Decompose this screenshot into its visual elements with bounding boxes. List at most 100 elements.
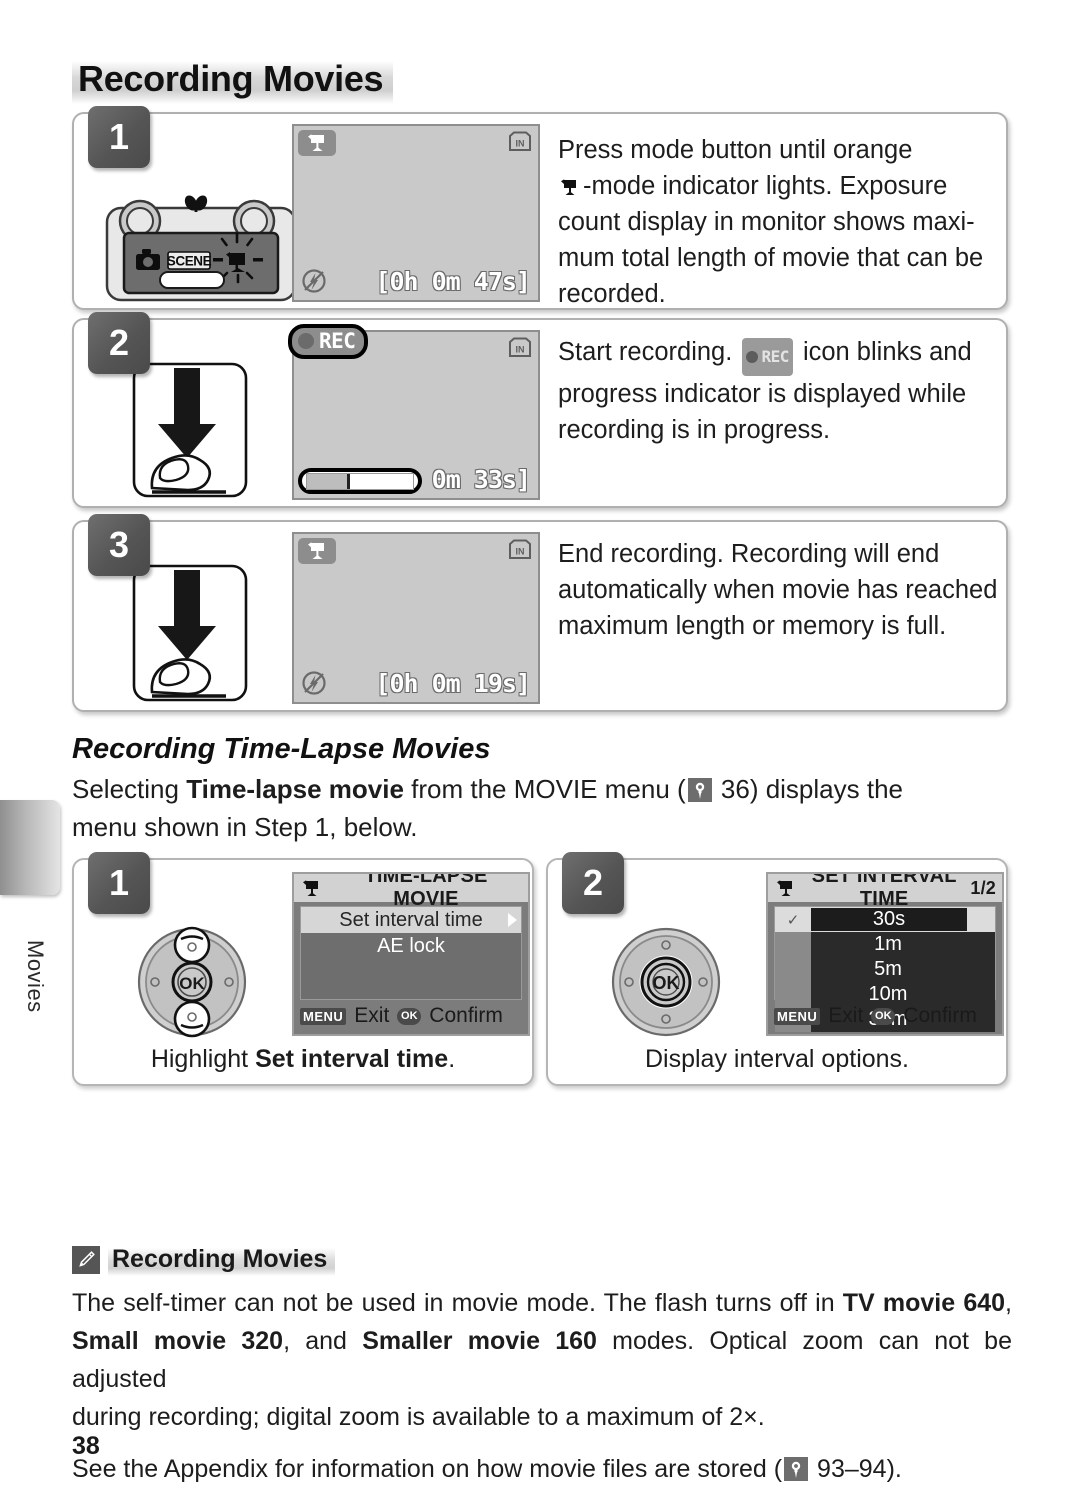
interval-option-row[interactable]: ✓ 30s [775, 907, 995, 932]
internal-memory-icon: IN [509, 337, 531, 357]
svg-text:IN: IN [516, 139, 525, 149]
rec-indicator-badge: REC [288, 324, 369, 359]
caption-end-1: . [448, 1045, 456, 1073]
rec-dot-icon-inline [746, 351, 759, 363]
step1-line2: -mode indicator lights. Exposure [583, 172, 948, 200]
ok-button-badge: OK [397, 1007, 422, 1025]
movie-mode-icon [298, 538, 336, 564]
interval-option-value: 1m [874, 933, 902, 955]
caption-plain-1: Highlight [150, 1045, 256, 1073]
flash-off-icon [302, 269, 326, 293]
timelapse-caption-2: Display interval options. [548, 1045, 1006, 1074]
note-p1-bold2: Small movie 320 [72, 1327, 284, 1355]
page-reference-icon [784, 1457, 809, 1481]
step3-line3: maximum length or memory is full. [558, 612, 947, 640]
menu-item-set-interval-time[interactable]: Set interval time [301, 907, 521, 933]
shutter-press-illustration [132, 362, 248, 498]
intro-page-ref: 36) displays the [713, 774, 903, 804]
lcd-monitor-step2: REC IN 0h 0m 33s] [288, 324, 540, 500]
dial-ok-button: OK [639, 955, 693, 1009]
step2-line2: progress indicator is displayed while [558, 380, 967, 408]
svg-text:IN: IN [516, 345, 525, 355]
step-number-1: 1 [88, 106, 150, 168]
multi-selector-dial-2[interactable]: OK [610, 926, 722, 1038]
page-title-container: Recording Movies [72, 56, 394, 104]
intro-part2: from the MOVIE menu ( [403, 774, 686, 804]
note-p2-text2: 93–94). [810, 1455, 902, 1483]
timelapse-caption-1: Highlight Set interval time. [74, 1045, 532, 1074]
step1-line1: Press mode button until orange [558, 136, 913, 164]
svg-text:SCENE: SCENE [167, 254, 212, 269]
menu-button-badge: MENU [300, 1007, 347, 1025]
recording-progress-indicator [298, 468, 422, 494]
movie-mode-icon [777, 880, 792, 896]
internal-memory-icon: IN [509, 131, 531, 151]
pencil-glyph [79, 1251, 95, 1267]
set-interval-time-screen: SET INTERVAL TIME 1/2 ✓ 30s 1m 5m 10m ME… [766, 872, 1004, 1036]
ok-button-badge: OK [871, 1007, 896, 1025]
note-p1-bold1: TV movie 640 [842, 1289, 1006, 1317]
menu-confirm-label: Confirm [429, 1004, 503, 1027]
rec-dot-icon [298, 333, 314, 349]
step-number-2: 2 [88, 312, 150, 374]
step-text-2: Start recording. REC icon blinks and pro… [558, 334, 1066, 448]
multi-selector-dial-1[interactable]: OK [136, 926, 248, 1038]
svg-text:IN: IN [516, 547, 525, 557]
exposure-count-step3: [0h 0m 19s] [375, 668, 532, 699]
movie-mode-icon [298, 130, 336, 156]
caption-plain-2: Display interval options. [644, 1045, 909, 1073]
intro-bold: Time-lapse movie [186, 774, 404, 804]
option-check-slot [775, 932, 811, 957]
intro-part1: Selecting [72, 774, 187, 804]
interval-option-row[interactable]: 5m [775, 957, 995, 982]
intro-last-line: menu shown in Step 1, below. [72, 812, 418, 842]
menu-footer: MENU Exit OK Confirm [774, 1002, 996, 1030]
page-number: 38 [72, 1432, 100, 1460]
note-p1-text1: The self-timer can not be used in movie … [72, 1289, 843, 1317]
step-panel-3: 3 IN [0h 0m 19s] End recording. Recordin… [72, 514, 1008, 712]
interval-option-row[interactable]: 1m [775, 932, 995, 957]
note-p2-text1: See the Appendix for information on how … [72, 1455, 783, 1483]
lcd-monitor-step3: IN [0h 0m 19s] [292, 532, 540, 704]
page-reference-icon [687, 778, 712, 802]
step-text-1: Press mode button until orange -mode ind… [558, 132, 1066, 312]
dial-ok-label: OK [653, 973, 680, 993]
note-heading: Recording Movies [72, 1244, 336, 1276]
dial-ok-label: OK [179, 974, 205, 993]
exposure-count-step1: [0h 0m 47s] [375, 266, 532, 297]
step-panel-1: 1 SCENE IN [0h 0m 47s] Press mode button… [72, 106, 1008, 310]
menu-item-label: AE lock [377, 934, 445, 957]
timelapse-step-number-1: 1 [88, 852, 150, 914]
movie-camera-glyph [308, 542, 324, 559]
note-p1-bold3: Smaller movie 160 [362, 1327, 597, 1355]
menu-title-bar: SET INTERVAL TIME 1/2 [768, 874, 1002, 910]
flash-off-icon [302, 671, 326, 695]
dial-down-button [173, 1000, 211, 1038]
note-p1-text3: , and [283, 1327, 363, 1355]
menu-title-bar: TIME-LAPSE MOVIE [294, 874, 528, 910]
timelapse-step-number-2: 2 [562, 852, 624, 914]
dial-up-button [173, 926, 211, 964]
step2-line3: recording is in progress. [558, 416, 831, 444]
timelapse-movie-menu-screen: TIME-LAPSE MOVIE Set interval time AE lo… [292, 872, 530, 1036]
note-title: Recording Movies [108, 1244, 336, 1276]
menu-page-indicator: 1/2 [970, 877, 996, 898]
menu-exit-label: Exit [828, 1004, 864, 1027]
camera-mode-button-diagram: SCENE [105, 195, 297, 302]
note-p1-last: during recording; digital zoom is availa… [72, 1403, 765, 1431]
note-body: The self-timer can not be used in movie … [72, 1284, 1012, 1502]
section-thumb-tab [0, 800, 60, 895]
interval-option-value: 30s [811, 908, 967, 931]
pencil-icon [72, 1246, 100, 1274]
step-text-3: End recording. Recording will end automa… [558, 536, 1066, 644]
timelapse-intro: Selecting Time-lapse movie from the MOVI… [72, 770, 1008, 846]
rec-label-inline: REC [761, 347, 789, 366]
menu-body: Set interval time AE lock [300, 906, 522, 1000]
progress-track [306, 472, 414, 490]
selected-check-icon: ✓ [775, 907, 811, 932]
step1-line3: count display in monitor shows maxi- [558, 208, 975, 236]
interval-option-value: 5m [874, 958, 902, 980]
menu-item-ae-lock[interactable]: AE lock [301, 933, 521, 959]
step1-line5: recorded. [558, 280, 666, 308]
menu-confirm-label: Confirm [903, 1004, 977, 1027]
